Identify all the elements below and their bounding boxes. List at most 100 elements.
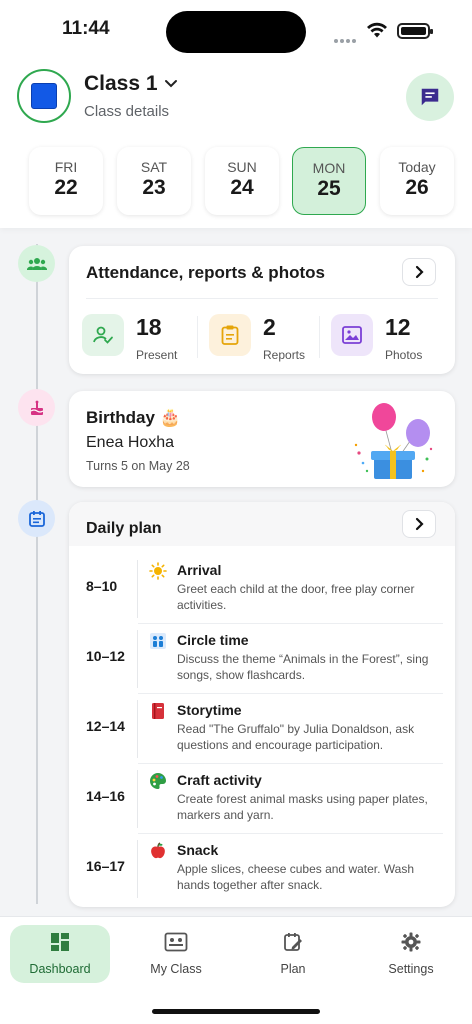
tab-label: My Class (150, 962, 202, 976)
plan-item[interactable]: 10–12 Circle time Discuss the theme “Ani… (69, 624, 455, 694)
day-name: SUN (227, 159, 257, 175)
chevron-right-icon (415, 265, 424, 279)
plan-time: 16–17 (86, 858, 125, 874)
plan-title: Craft activity (177, 772, 262, 788)
plan-title: Snack (177, 842, 219, 858)
apple-icon (151, 842, 165, 859)
birthday-title: Birthday 🎂 (86, 408, 181, 427)
tab-plan[interactable]: Plan (243, 925, 343, 983)
plan-description: Apple slices, cheese cubes and water. Wa… (177, 862, 415, 892)
plan-time: 8–10 (86, 578, 118, 594)
book-icon (152, 703, 164, 719)
chat-icon (421, 88, 439, 106)
class-selector[interactable]: Class 1 (84, 72, 178, 96)
plan-description: Greet each child at the door, free play … (177, 582, 415, 612)
status-time: 11:44 (62, 18, 110, 39)
tab-my-class[interactable]: My Class (126, 925, 226, 983)
class-icon (164, 932, 188, 952)
daily-plan-title: Daily plan (86, 520, 162, 537)
gear-icon (401, 932, 421, 952)
status-bar: 11:44 (0, 0, 472, 60)
tab-label: Settings (388, 962, 434, 976)
attendance-card[interactable]: Attendance, reports & photos 18 Present … (69, 246, 455, 374)
divider (137, 840, 138, 898)
calendar-list-icon (28, 510, 45, 527)
attendance-timeline-icon (18, 245, 55, 282)
home-indicator (152, 1009, 320, 1014)
plan-item[interactable]: 8–10 Arrival Greet each child at the doo… (69, 554, 455, 624)
plan-timeline-icon (18, 500, 55, 537)
chat-button[interactable] (406, 73, 454, 121)
plan-title: Storytime (177, 702, 242, 718)
stat-label: Photos (385, 348, 423, 362)
stat-value: 12 (385, 314, 411, 340)
divider (197, 316, 198, 358)
sun-icon (149, 562, 167, 580)
attendance-title: Attendance, reports & photos (86, 263, 325, 282)
birthday-name: Enea Hoxha (86, 434, 175, 451)
day-date: 23 (142, 176, 166, 199)
birthday-timeline-icon (18, 389, 55, 426)
day-sun[interactable]: SUN 24 (205, 147, 279, 215)
person-check-icon (82, 314, 124, 356)
divider (319, 316, 320, 358)
tab-label: Plan (280, 962, 306, 976)
plan-time: 12–14 (86, 718, 125, 734)
stat-present[interactable]: 18 Present (82, 314, 177, 362)
tab-label: Dashboard (29, 962, 91, 976)
wifi-icon (367, 22, 387, 38)
day-date: 26 (405, 176, 429, 199)
clipboard-icon (209, 314, 251, 356)
divider (137, 770, 138, 828)
daily-plan-card: Daily plan 8–10 Arrival Greet each child… (69, 502, 455, 907)
stat-photos[interactable]: 12 Photos (331, 314, 422, 362)
dashboard-icon (51, 933, 69, 951)
stat-value: 2 (263, 314, 276, 340)
signal-icon (334, 30, 360, 43)
plan-item[interactable]: 14–16 Craft activity Create forest anima… (69, 764, 455, 834)
day-name: Today (398, 159, 436, 175)
group-icon (26, 257, 47, 270)
stat-reports[interactable]: 2 Reports (209, 314, 305, 362)
chevron-down-icon (164, 80, 177, 88)
gift-balloons-illustration (354, 403, 433, 479)
birthday-detail: Turns 5 on May 28 (86, 459, 190, 473)
divider (86, 298, 438, 299)
day-sat[interactable]: SAT 23 (117, 147, 191, 215)
class-avatar[interactable] (17, 69, 71, 123)
timeline-line (36, 244, 38, 904)
plan-icon (284, 933, 302, 951)
day-fri[interactable]: FRI 22 (29, 147, 103, 215)
day-name: SAT (140, 159, 168, 175)
class-subtitle: Class details (84, 103, 170, 120)
day-date: 24 (230, 176, 254, 199)
day-name: FRI (54, 159, 78, 175)
palette-icon (150, 773, 166, 789)
attendance-open-button[interactable] (402, 258, 436, 286)
tab-settings[interactable]: Settings (361, 925, 461, 983)
day-date: 25 (317, 177, 341, 200)
plan-title: Arrival (177, 562, 222, 578)
plan-item[interactable]: 12–14 Storytime Read "The Gruffalo" by J… (69, 694, 455, 764)
daily-plan-open-button[interactable] (402, 510, 436, 538)
tab-dashboard[interactable]: Dashboard (10, 925, 110, 983)
day-mon[interactable]: MON 25 (292, 147, 366, 215)
image-icon (331, 314, 373, 356)
cake-icon (30, 400, 43, 415)
birthday-card[interactable]: Birthday 🎂 Enea Hoxha Turns 5 on May 28 (69, 391, 455, 487)
plan-item[interactable]: 16–17 Snack Apple slices, cheese cubes a… (69, 834, 455, 904)
chevron-right-icon (415, 517, 424, 531)
day-today[interactable]: Today 26 (380, 147, 454, 215)
plan-description: Discuss the theme “Animals in the Forest… (177, 652, 429, 682)
divider (137, 560, 138, 618)
class-title: Class 1 (84, 72, 158, 95)
day-date: 22 (54, 176, 78, 199)
plan-time: 14–16 (86, 788, 125, 804)
tab-bar: Dashboard My Class Plan Settings (0, 916, 472, 1024)
divider (137, 700, 138, 758)
dynamic-island (166, 11, 306, 53)
day-name: MON (312, 160, 346, 176)
plan-title: Circle time (177, 632, 249, 648)
plan-description: Read "The Gruffalo" by Julia Donaldson, … (177, 722, 415, 752)
stat-label: Present (136, 348, 178, 362)
